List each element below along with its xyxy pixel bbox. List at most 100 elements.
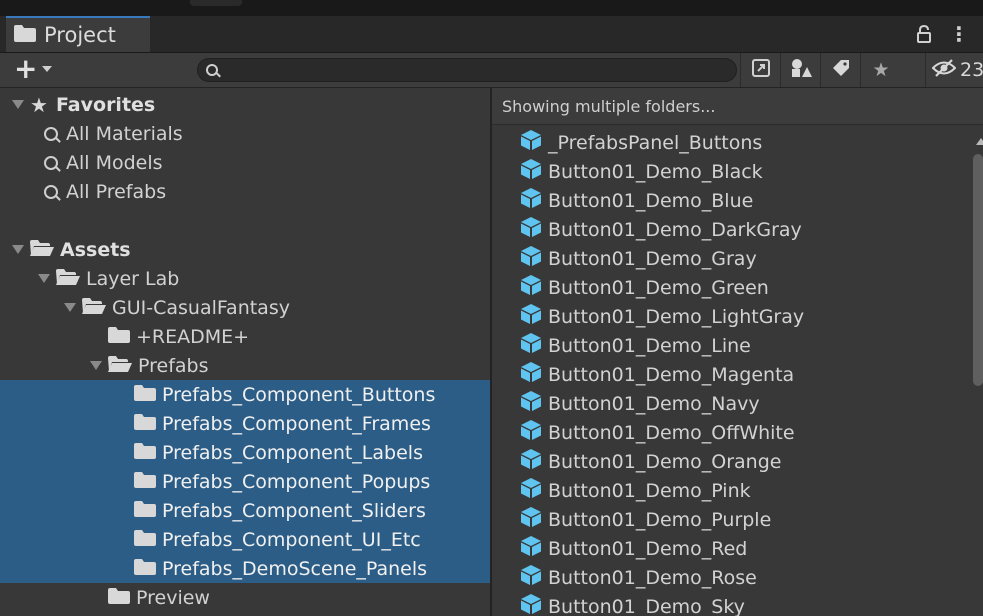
tree-row-label: +README+ [136,325,250,348]
list-item[interactable]: Button01_Demo_Blue [520,186,753,215]
folder-icon [134,558,156,580]
scroll-thumb[interactable] [973,154,983,386]
expand-arrow-icon[interactable] [12,245,24,254]
favorite-button[interactable]: ★ [860,53,901,87]
folder-open-icon [30,239,54,261]
tree-row[interactable]: Assets [0,235,490,264]
filter-by-type-button[interactable] [780,53,821,87]
list-item[interactable]: Button01_Demo_Sky [520,592,745,616]
prefab-cube-icon [520,274,542,301]
asset-list: Showing multiple folders... _PrefabsPane… [492,88,983,616]
list-item[interactable]: Button01_Demo_Navy [520,389,760,418]
prefab-cube-icon [520,332,542,359]
prefab-cube-icon [520,506,542,533]
folder-icon [14,24,36,46]
scroll-up-icon[interactable] [976,138,983,145]
list-item-label: Button01_Demo_Rose [548,566,757,589]
tree-row-label: Prefabs [138,354,209,377]
tree-row-label: Favorites [55,93,156,116]
search-input[interactable] [197,58,737,82]
prefab-cube-icon [520,593,542,616]
tree-row[interactable]: All Prefabs [0,177,490,206]
folder-header-label: Showing multiple folders... [502,96,716,116]
tree-row[interactable]: Prefabs [0,351,490,380]
list-item-label: Button01_Demo_Sky [548,595,745,616]
tree-row-label: Preview [136,586,210,609]
list-item[interactable]: Button01_Demo_Line [520,331,751,360]
folder-open-icon [108,355,132,377]
eye-slash-icon [931,59,957,81]
tree-row-label: Assets [60,238,131,261]
tab-title: Project [44,23,116,47]
tree-row[interactable]: Prefabs_Component_Sliders [0,496,490,525]
list-item[interactable]: Button01_Demo_Gray [520,244,757,273]
expand-arrow-icon[interactable] [38,274,50,283]
tab-bar: Project [0,16,983,53]
tree-row-label: Prefabs_Component_Sliders [162,499,426,522]
tree-row-label: All Materials [66,122,183,145]
tree-row[interactable]: PSD [0,612,490,616]
list-item-label: Button01_Demo_Orange [548,450,782,473]
folder-icon [134,471,156,493]
tree-row[interactable]: Prefabs_Component_Buttons [0,380,490,409]
prefab-cube-icon [520,303,542,330]
prefab-cube-icon [520,390,542,417]
lock-icon[interactable] [917,24,931,43]
list-item-label: Button01_Demo_DarkGray [548,218,802,241]
filter-by-label-button[interactable] [820,53,861,87]
hidden-packages-toggle[interactable]: 23 [925,53,983,87]
create-dropdown-icon[interactable] [42,66,52,72]
expand-arrow-icon[interactable] [90,361,102,370]
tree-row[interactable]: Layer Lab [0,264,490,293]
hidden-count: 23 [960,59,983,81]
list-item-label: Button01_Demo_Blue [548,189,754,212]
search-icon [44,155,58,170]
expand-arrow-icon[interactable] [12,100,24,109]
tree-row-label: Prefabs_Component_Labels [162,441,423,464]
tree-row[interactable]: All Materials [0,119,490,148]
prefab-cube-icon [520,216,542,243]
list-item-label: Button01_Demo_Green [548,276,769,299]
list-item[interactable]: Button01_Demo_Black [520,157,763,186]
list-item[interactable]: _PrefabsPanel_Buttons [520,128,762,157]
list-item[interactable]: Button01_Demo_Pink [520,476,751,505]
list-item[interactable]: Button01_Demo_Purple [520,505,771,534]
tree-row[interactable]: +README+ [0,322,490,351]
prefab-cube-icon [520,187,542,214]
prefab-cube-icon [520,564,542,591]
more-options-icon[interactable]: ⋮ [949,24,969,44]
tree-row[interactable]: Prefabs_Component_Labels [0,438,490,467]
list-item-label: Button01_Demo_Red [548,537,748,560]
shapes-icon [790,58,812,82]
create-plus-icon[interactable]: + [14,55,37,83]
tree-row[interactable]: Prefabs_Component_Popups [0,467,490,496]
tree-row-label: All Prefabs [66,180,167,203]
folder-icon [134,442,156,464]
title-strip [0,0,983,16]
list-item[interactable]: Button01_Demo_Magenta [520,360,794,389]
search-by-type-button[interactable] [740,53,781,87]
tree-row[interactable]: All Models [0,148,490,177]
tab-project[interactable]: Project [6,16,150,52]
list-item[interactable]: Button01_Demo_LightGray [520,302,804,331]
prefab-cube-icon [520,129,542,156]
tree-row[interactable]: GUI-CasualFantasy [0,293,490,322]
tree-row-label: Prefabs_Component_Frames [162,412,431,435]
list-item[interactable]: Button01_Demo_Green [520,273,769,302]
tree-row[interactable]: ★ Favorites [0,90,490,119]
expand-arrow-icon[interactable] [64,303,76,312]
list-item[interactable]: Button01_Demo_Rose [520,563,757,592]
list-item[interactable]: Button01_Demo_DarkGray [520,215,802,244]
tree-row[interactable]: Prefabs_DemoScene_Panels [0,554,490,583]
list-item[interactable]: Button01_Demo_Orange [520,447,781,476]
list-item-label: Button01_Demo_Purple [548,508,772,531]
list-item[interactable]: Button01_Demo_Red [520,534,747,563]
list-item-label: Button01_Demo_Pink [548,479,751,502]
list-item[interactable]: Button01_Demo_OffWhite [520,418,795,447]
tree-row[interactable]: Prefabs_Component_UI_Etc [0,525,490,554]
folder-open-icon [82,297,106,319]
tree-row[interactable]: Preview [0,583,490,612]
tree-row-label: Layer Lab [86,267,180,290]
tree-row[interactable]: Prefabs_Component_Frames [0,409,490,438]
folder-icon [134,500,156,522]
